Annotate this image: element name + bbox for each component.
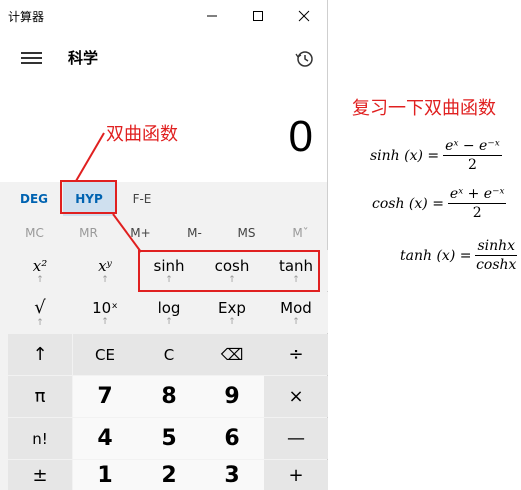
hyperbolic-label: 双曲函数	[106, 124, 178, 145]
tanh-denominator: coshx	[476, 257, 517, 273]
tanh-lhs: tanh (x) =	[400, 247, 472, 264]
sinh-lhs: sinh (x) =	[370, 147, 440, 164]
sinh-numerator: eˣ − e⁻ˣ	[443, 138, 502, 156]
review-title: 复习一下双曲函数	[352, 98, 496, 119]
tanh-fraction: sinhx coshx	[475, 238, 518, 273]
sinh-denominator: 2	[467, 157, 477, 173]
cosh-formula: cosh (x) = eˣ + e⁻ˣ 2	[372, 186, 507, 221]
hyp-connector-line	[112, 213, 142, 253]
cosh-denominator: 2	[472, 205, 482, 221]
cosh-numerator: eˣ + e⁻ˣ	[447, 186, 507, 204]
sinh-formula: sinh (x) = eˣ − e⁻ˣ 2	[370, 138, 502, 173]
cosh-lhs: cosh (x) =	[372, 195, 444, 212]
sinh-fraction: eˣ − e⁻ˣ 2	[443, 138, 502, 173]
tanh-numerator: sinhx	[475, 238, 518, 256]
cosh-fraction: eˣ + e⁻ˣ 2	[447, 186, 507, 221]
label-pointer-line	[75, 132, 105, 182]
tanh-formula: tanh (x) = sinhx coshx	[400, 238, 518, 273]
